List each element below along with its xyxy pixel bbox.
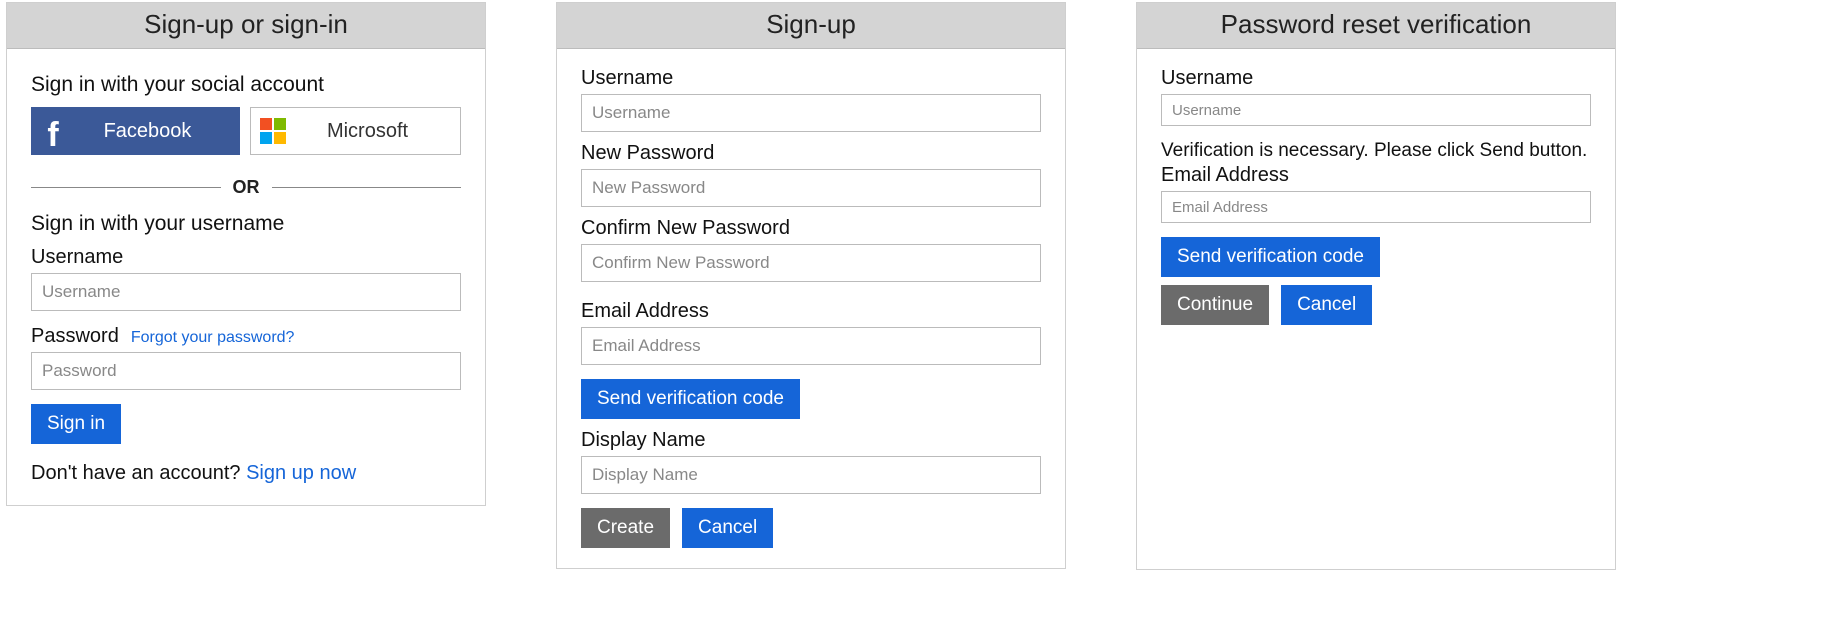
- microsoft-button[interactable]: Microsoft: [250, 107, 461, 155]
- microsoft-icon: [251, 118, 295, 144]
- signup-cancel-button[interactable]: Cancel: [682, 508, 773, 548]
- continue-button[interactable]: Continue: [1161, 285, 1269, 325]
- divider-line-left: [31, 187, 221, 188]
- password-input[interactable]: [31, 352, 461, 390]
- reset-username-input[interactable]: [1161, 94, 1591, 126]
- new-password-input[interactable]: [581, 169, 1041, 207]
- reset-username-label: Username: [1161, 67, 1591, 90]
- reset-cancel-button[interactable]: Cancel: [1281, 285, 1372, 325]
- signin-panel: Sign-up or sign-in Sign in with your soc…: [6, 2, 486, 506]
- signup-prompt-row: Don't have an account? Sign up now: [31, 462, 461, 485]
- signup-now-link[interactable]: Sign up now: [246, 462, 356, 484]
- signin-title: Sign-up or sign-in: [7, 3, 485, 49]
- facebook-icon: f: [31, 117, 75, 145]
- signup-email-input[interactable]: [581, 327, 1041, 365]
- verification-message: Verification is necessary. Please click …: [1161, 140, 1591, 162]
- signup-send-code-button[interactable]: Send verification code: [581, 379, 800, 419]
- signup-title: Sign-up: [557, 3, 1065, 49]
- new-password-label: New Password: [581, 142, 1041, 165]
- social-row: f Facebook Microsoft: [31, 107, 461, 155]
- password-label: Password: [31, 325, 119, 348]
- local-heading: Sign in with your username: [31, 212, 461, 236]
- signup-username-label: Username: [581, 67, 1041, 90]
- divider-line-right: [272, 187, 462, 188]
- signup-username-input[interactable]: [581, 94, 1041, 132]
- signup-prompt-text: Don't have an account?: [31, 462, 241, 484]
- confirm-password-label: Confirm New Password: [581, 217, 1041, 240]
- or-label: OR: [221, 177, 272, 198]
- forgot-password-link[interactable]: Forgot your password?: [131, 329, 295, 347]
- signin-button[interactable]: Sign in: [31, 404, 121, 444]
- username-label: Username: [31, 246, 461, 269]
- reset-title: Password reset verification: [1137, 3, 1615, 49]
- social-heading: Sign in with your social account: [31, 73, 461, 97]
- signup-email-label: Email Address: [581, 300, 1041, 323]
- or-divider: OR: [31, 177, 461, 198]
- facebook-button[interactable]: f Facebook: [31, 107, 240, 155]
- confirm-password-input[interactable]: [581, 244, 1041, 282]
- microsoft-label: Microsoft: [295, 120, 460, 143]
- reset-send-code-button[interactable]: Send verification code: [1161, 237, 1380, 277]
- reset-email-input[interactable]: [1161, 191, 1591, 223]
- create-button[interactable]: Create: [581, 508, 670, 548]
- signup-panel: Sign-up Username New Password Confirm Ne…: [556, 2, 1066, 569]
- signin-body: Sign in with your social account f Faceb…: [7, 49, 485, 505]
- reset-email-label: Email Address: [1161, 164, 1591, 187]
- display-name-label: Display Name: [581, 429, 1041, 452]
- username-input[interactable]: [31, 273, 461, 311]
- signup-body: Username New Password Confirm New Passwo…: [557, 49, 1065, 568]
- reset-panel: Password reset verification Username Ver…: [1136, 2, 1616, 570]
- facebook-label: Facebook: [75, 120, 240, 143]
- reset-body: Username Verification is necessary. Plea…: [1137, 49, 1615, 569]
- display-name-input[interactable]: [581, 456, 1041, 494]
